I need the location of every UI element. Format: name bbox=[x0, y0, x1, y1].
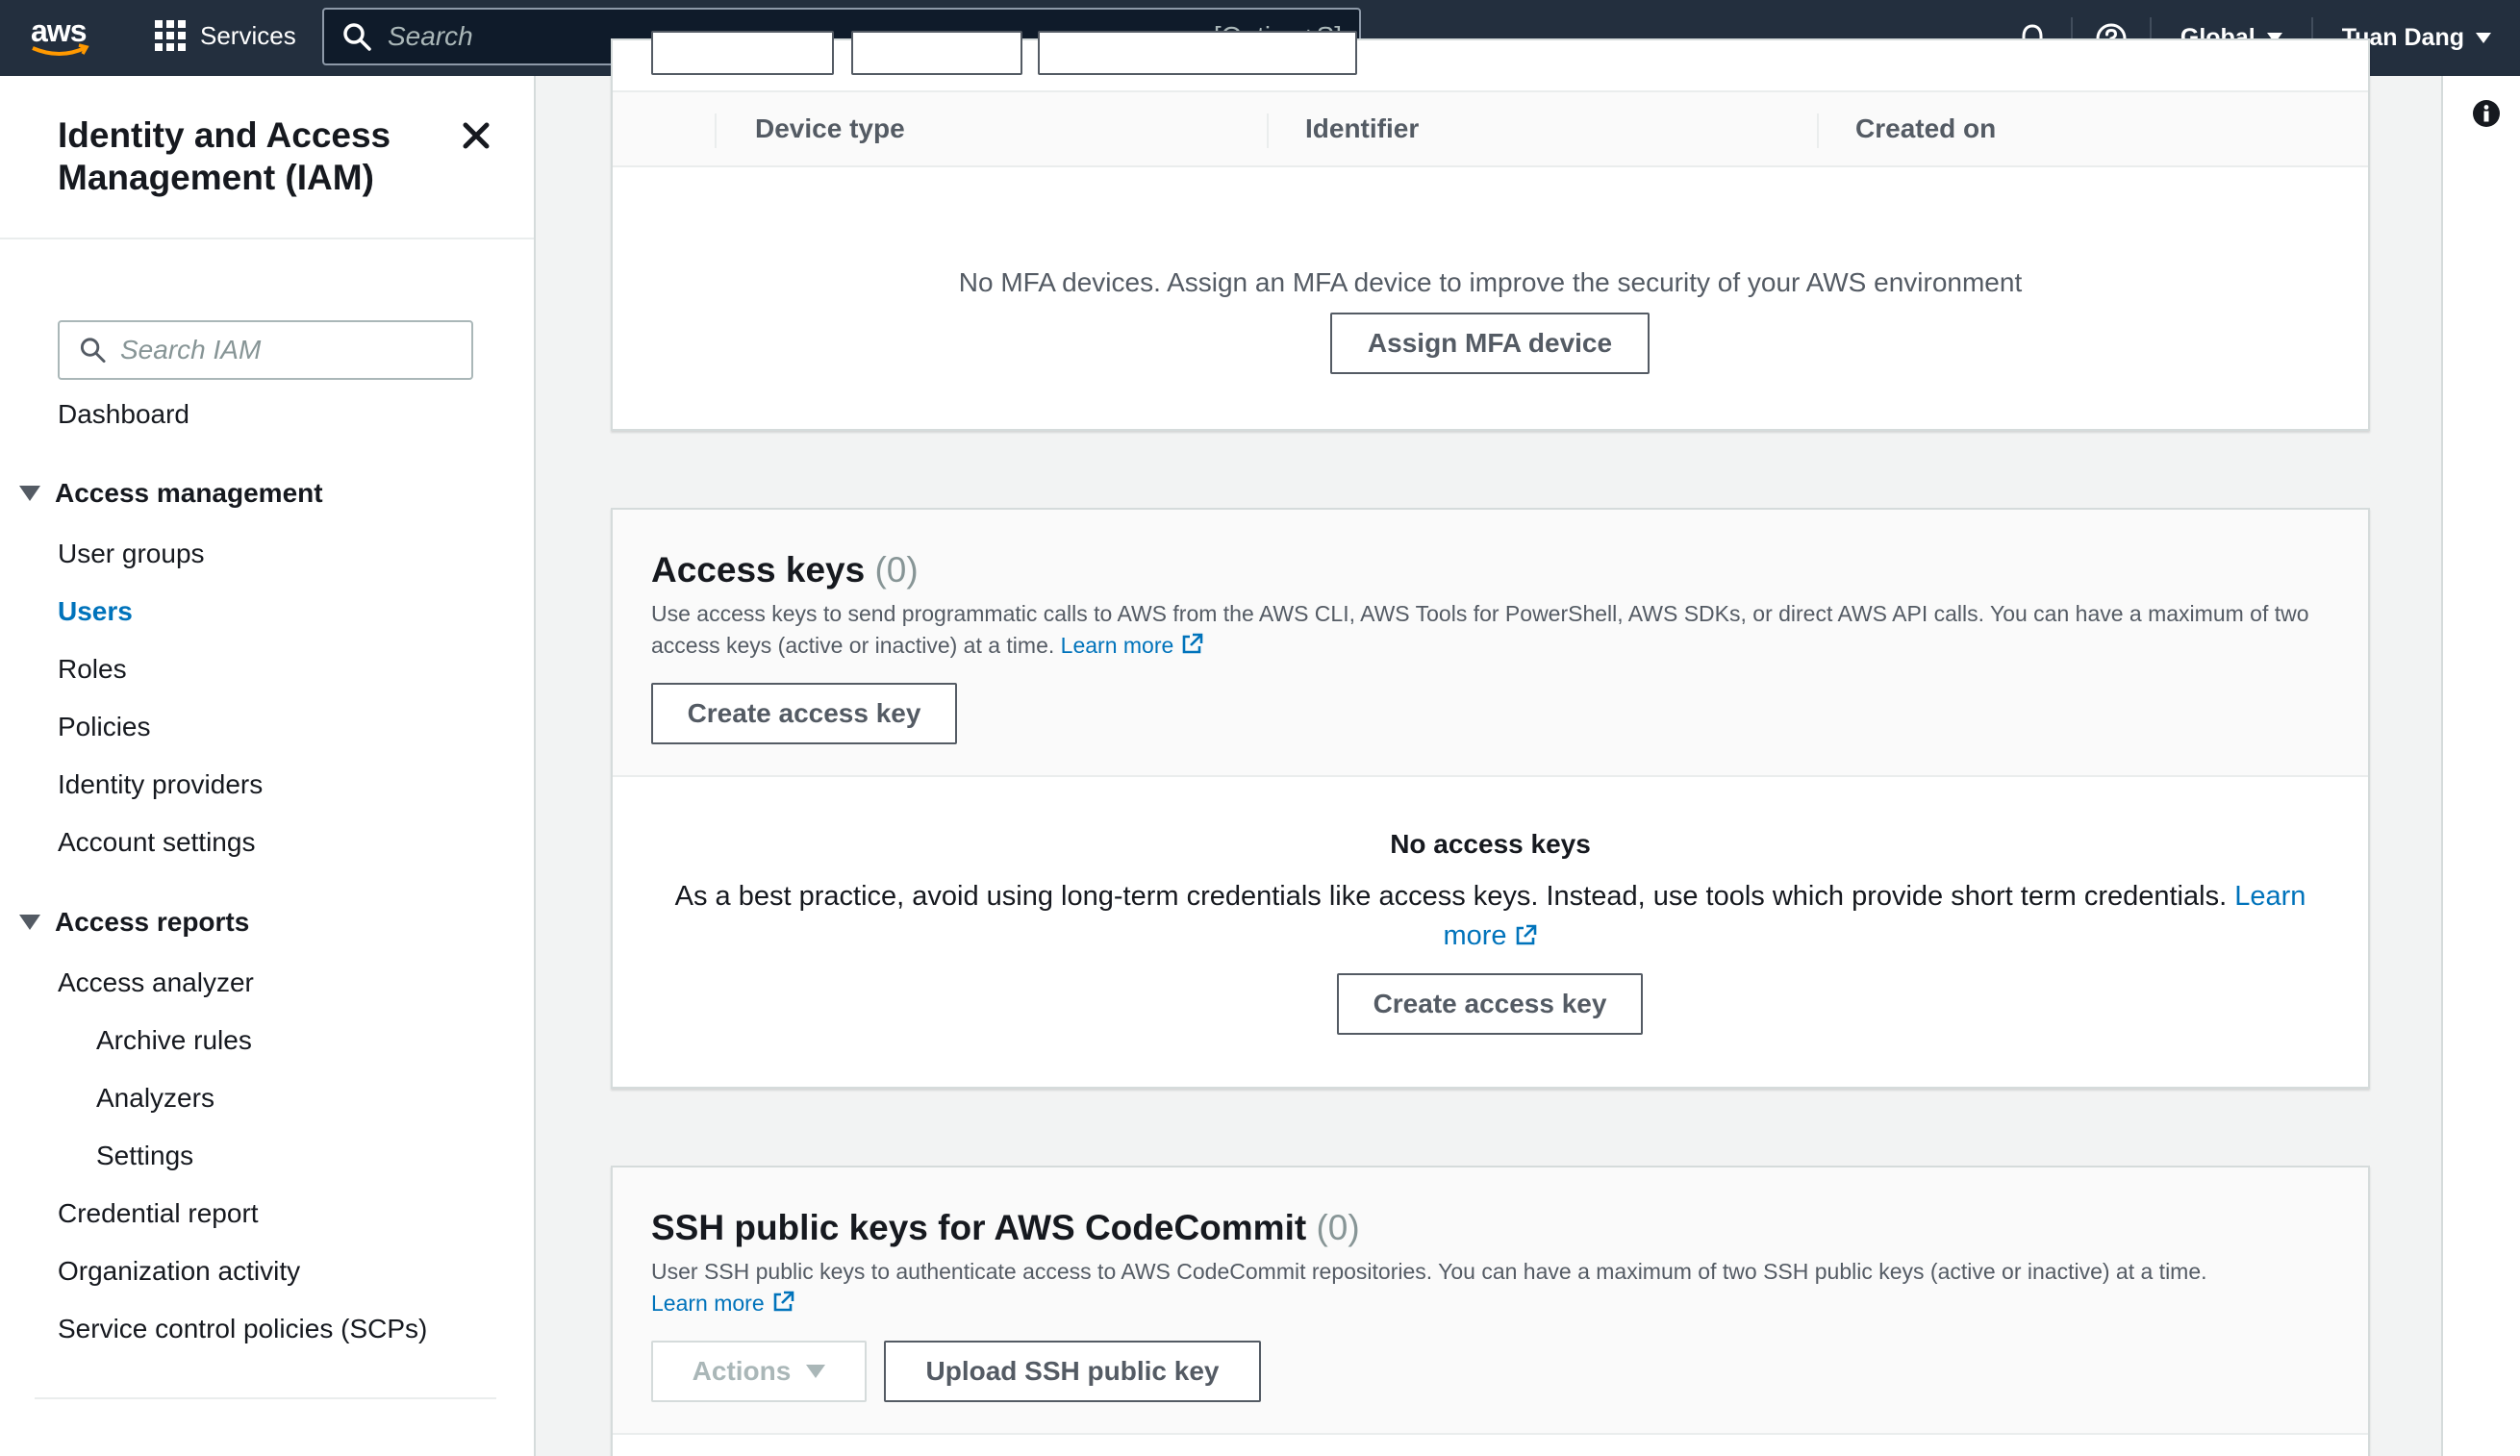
ssh-keys-title: SSH public keys for AWS CodeCommit (0) bbox=[651, 1208, 1360, 1248]
ssh-keys-count: (0) bbox=[1316, 1208, 1360, 1247]
close-icon[interactable] bbox=[460, 119, 492, 152]
ssh-keys-title-text: SSH public keys for AWS CodeCommit bbox=[651, 1208, 1307, 1247]
sidebar-item-credential-report[interactable]: Credential report bbox=[58, 1198, 259, 1229]
access-keys-panel: Access keys (0) Use access keys to send … bbox=[611, 508, 2370, 1089]
external-link-icon bbox=[773, 1291, 794, 1312]
aws-smile-icon bbox=[32, 43, 89, 56]
services-menu-button[interactable]: Services bbox=[154, 19, 296, 52]
ssh-actions-label: Actions bbox=[692, 1356, 792, 1386]
create-access-key-button[interactable]: Create access key bbox=[651, 683, 957, 744]
mfa-devices-panel: Device type Identifier Created on No MFA… bbox=[611, 31, 2370, 431]
sidebar-group-label: Access reports bbox=[55, 907, 250, 937]
sidebar-item-dashboard[interactable]: Dashboard bbox=[58, 399, 189, 430]
sidebar-search-input[interactable] bbox=[107, 335, 471, 365]
sidebar-item-scps[interactable]: Service control policies (SCPs) bbox=[58, 1314, 427, 1344]
ssh-keys-learn-more-link[interactable]: Learn more bbox=[651, 1291, 795, 1316]
sidebar-item-user-groups[interactable]: User groups bbox=[58, 539, 205, 569]
grid-icon bbox=[155, 20, 186, 51]
create-access-key-empty-button[interactable]: Create access key bbox=[1337, 973, 1643, 1035]
no-access-keys-text: As a best practice, avoid using long-ter… bbox=[674, 881, 2228, 912]
search-icon bbox=[80, 338, 106, 364]
sidebar-item-roles[interactable]: Roles bbox=[58, 654, 127, 685]
sidebar-item-organization-activity[interactable]: Organization activity bbox=[58, 1256, 300, 1287]
caret-down-icon bbox=[19, 486, 40, 501]
column-header-created-on[interactable]: Created on bbox=[1855, 113, 1996, 144]
access-keys-description: Use access keys to send programmatic cal… bbox=[651, 598, 2344, 662]
mfa-remove-button[interactable] bbox=[651, 31, 834, 75]
access-keys-title-text: Access keys bbox=[651, 550, 866, 590]
external-link-icon bbox=[1516, 924, 1536, 945]
ssh-keys-description-text: User SSH public keys to authenticate acc… bbox=[651, 1259, 2207, 1284]
column-separator bbox=[1267, 113, 1269, 148]
upload-ssh-public-key-button[interactable]: Upload SSH public key bbox=[884, 1341, 1261, 1402]
access-keys-panel-header: Access keys (0) Use access keys to send … bbox=[613, 510, 2368, 777]
search-icon bbox=[343, 23, 371, 51]
sidebar-group-access-management[interactable]: Access management bbox=[19, 478, 323, 509]
sidebar-divider bbox=[0, 238, 534, 239]
column-separator bbox=[715, 113, 717, 148]
services-label: Services bbox=[200, 20, 296, 50]
access-keys-count: (0) bbox=[874, 550, 919, 590]
caret-down-icon bbox=[19, 915, 40, 930]
ssh-actions-button[interactable]: Actions bbox=[651, 1341, 867, 1402]
sidebar-item-access-analyzer[interactable]: Access analyzer bbox=[58, 967, 254, 998]
sidebar-item-policies[interactable]: Policies bbox=[58, 712, 150, 742]
sidebar-item-archive-rules[interactable]: Archive rules bbox=[96, 1025, 252, 1056]
column-separator bbox=[1817, 113, 1819, 148]
ssh-keys-panel-header: SSH public keys for AWS CodeCommit (0) U… bbox=[613, 1167, 2368, 1435]
sidebar-group-label: Access management bbox=[55, 478, 323, 508]
sidebar-item-identity-providers[interactable]: Identity providers bbox=[58, 769, 263, 800]
mfa-empty-message: No MFA devices. Assign an MFA device to … bbox=[958, 267, 2023, 297]
sidebar-item-account-settings[interactable]: Account settings bbox=[58, 827, 255, 858]
no-access-keys-message: As a best practice, avoid using long-ter… bbox=[613, 877, 2368, 956]
access-keys-learn-more-link[interactable]: Learn more bbox=[1061, 633, 1205, 658]
external-link-icon bbox=[1182, 633, 1203, 654]
help-panel-rail bbox=[2441, 76, 2520, 1456]
sidebar-item-settings[interactable]: Settings bbox=[96, 1141, 193, 1171]
sidebar-item-analyzers[interactable]: Analyzers bbox=[96, 1083, 214, 1114]
aws-logo[interactable]: aws bbox=[29, 13, 92, 58]
mfa-assign-top-button[interactable] bbox=[1038, 31, 1357, 75]
sidebar-item-users[interactable]: Users bbox=[58, 596, 133, 627]
column-header-identifier[interactable]: Identifier bbox=[1305, 113, 1419, 144]
ssh-keys-panel: SSH public keys for AWS CodeCommit (0) U… bbox=[611, 1166, 2370, 1456]
caret-down-icon bbox=[2476, 33, 2491, 43]
sidebar-search-box[interactable] bbox=[58, 320, 473, 380]
assign-mfa-device-button[interactable]: Assign MFA device bbox=[1330, 313, 1650, 374]
no-access-keys-title: No access keys bbox=[1390, 829, 1591, 859]
sidebar-group-access-reports[interactable]: Access reports bbox=[19, 907, 249, 938]
info-icon[interactable] bbox=[2472, 99, 2501, 128]
column-header-device-type[interactable]: Device type bbox=[755, 113, 905, 144]
sidebar: Identity and Access Management (IAM) Das… bbox=[0, 76, 536, 1456]
learn-more-text: Learn more bbox=[1060, 633, 1174, 658]
mfa-resync-button[interactable] bbox=[851, 31, 1022, 75]
ssh-keys-description: User SSH public keys to authenticate acc… bbox=[651, 1256, 2267, 1319]
access-keys-title: Access keys (0) bbox=[651, 550, 919, 590]
mfa-table-header: Device type Identifier Created on bbox=[613, 90, 2368, 167]
sidebar-divider bbox=[35, 1397, 496, 1399]
access-keys-description-text: Use access keys to send programmatic cal… bbox=[651, 601, 2309, 658]
sidebar-title: Identity and Access Management (IAM) bbox=[58, 115, 391, 197]
learn-more-text: Learn more bbox=[651, 1291, 765, 1316]
caret-down-icon bbox=[806, 1365, 826, 1378]
